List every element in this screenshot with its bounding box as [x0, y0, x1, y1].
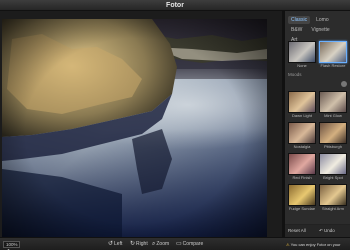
rotate-right-label: Right: [136, 241, 148, 247]
preset-flash-restore[interactable]: Flash Restore: [319, 41, 347, 68]
preset-grid: None Flash Restore Moods Dawn Light Mint…: [285, 41, 350, 237]
collapse-section-icon[interactable]: [341, 81, 347, 87]
preset-none[interactable]: None: [288, 41, 316, 68]
zoom-button[interactable]: ⌕Zoom: [152, 240, 169, 248]
preset-thumbnail: [319, 184, 347, 206]
panel-footer: Reset All ↶ Undo: [285, 224, 350, 237]
compare-label: Compare: [182, 241, 204, 247]
zoom-value: 100%: [6, 242, 18, 247]
zoom-label: Zoom: [156, 241, 170, 247]
compare-button[interactable]: ▭Compare: [176, 240, 203, 248]
tab-classic[interactable]: Classic: [288, 16, 311, 24]
undo-icon: ↶: [319, 228, 323, 233]
rotate-right-icon: ↻: [130, 241, 136, 247]
preset-thumbnail: [319, 91, 347, 113]
rotate-right-button[interactable]: ↻Right: [130, 240, 148, 248]
rotate-left-label: Left: [114, 241, 123, 247]
undo-button[interactable]: ↶ Undo: [319, 228, 335, 234]
tab-lomo[interactable]: Lomo: [313, 16, 332, 24]
preset-thumbnail: [288, 184, 316, 206]
preset-nostalgia[interactable]: Nostalgia: [288, 122, 316, 149]
effects-panel: Classic Lomo B&W Vignette Art None Flash…: [285, 11, 350, 237]
preset-label: Red Finish: [292, 175, 312, 180]
preset-label: Mint Glow: [324, 113, 342, 118]
preset-bright-spot[interactable]: Bright Spot: [319, 153, 347, 180]
undo-label: Undo: [324, 228, 335, 233]
promo-notice[interactable]: ⚠You can enjoy Fotor on your: [286, 241, 340, 248]
preset-thumbnail: [288, 91, 316, 113]
window-titlebar: Fotor: [0, 0, 350, 11]
preset-pittsburgh[interactable]: Pittsburgh: [319, 122, 347, 149]
rotate-left-icon: ↺: [108, 241, 114, 247]
preset-label: Pittsburgh: [323, 144, 342, 149]
preset-thumbnail: [288, 41, 316, 63]
photo-canvas[interactable]: [2, 19, 267, 243]
preset-label: Fudge Sundae: [288, 206, 316, 211]
compare-icon: ▭: [176, 241, 182, 247]
preset-straight-arm[interactable]: Straight Arm: [319, 184, 347, 211]
preset-dawn-light[interactable]: Dawn Light: [288, 91, 316, 118]
preset-label: Dawn Light: [291, 113, 312, 118]
promo-notice-text: You can enjoy Fotor on your: [290, 242, 341, 247]
preset-fudge-sundae[interactable]: Fudge Sundae: [288, 184, 316, 211]
preset-thumbnail: [319, 122, 347, 144]
preset-mint-glow[interactable]: Mint Glow: [319, 91, 347, 118]
preset-red-finish[interactable]: Red Finish: [288, 153, 316, 180]
preset-label: Bright Spot: [323, 175, 343, 180]
preset-thumbnail: [288, 153, 316, 175]
section-label-moods: Moods: [288, 72, 302, 77]
warning-icon: ⚠: [286, 242, 290, 247]
reset-all-button[interactable]: Reset All: [288, 228, 306, 233]
preset-label: None: [297, 63, 307, 68]
preset-label: Straight Arm: [321, 206, 344, 211]
preset-thumbnail: [288, 122, 316, 144]
preset-label: Flash Restore: [320, 63, 346, 68]
photo-image: [2, 19, 267, 243]
bottom-toolbar: 100% ▼ ↺Left ↻Right ⌕Zoom ▭Compare ⚠You …: [0, 237, 350, 250]
tab-vignette[interactable]: Vignette: [308, 26, 332, 34]
effects-tabs: Classic Lomo B&W Vignette Art: [285, 11, 350, 44]
preset-thumbnail: [319, 153, 347, 175]
window-title: Fotor: [166, 2, 184, 9]
photo-workspace: [0, 11, 282, 243]
preset-thumbnail: [319, 41, 347, 63]
preset-label: Nostalgia: [293, 144, 311, 149]
tab-bw[interactable]: B&W: [288, 26, 305, 34]
zoom-select[interactable]: 100% ▼: [3, 241, 20, 250]
magnifier-icon: ⌕: [152, 241, 156, 247]
rotate-left-button[interactable]: ↺Left: [108, 240, 122, 248]
